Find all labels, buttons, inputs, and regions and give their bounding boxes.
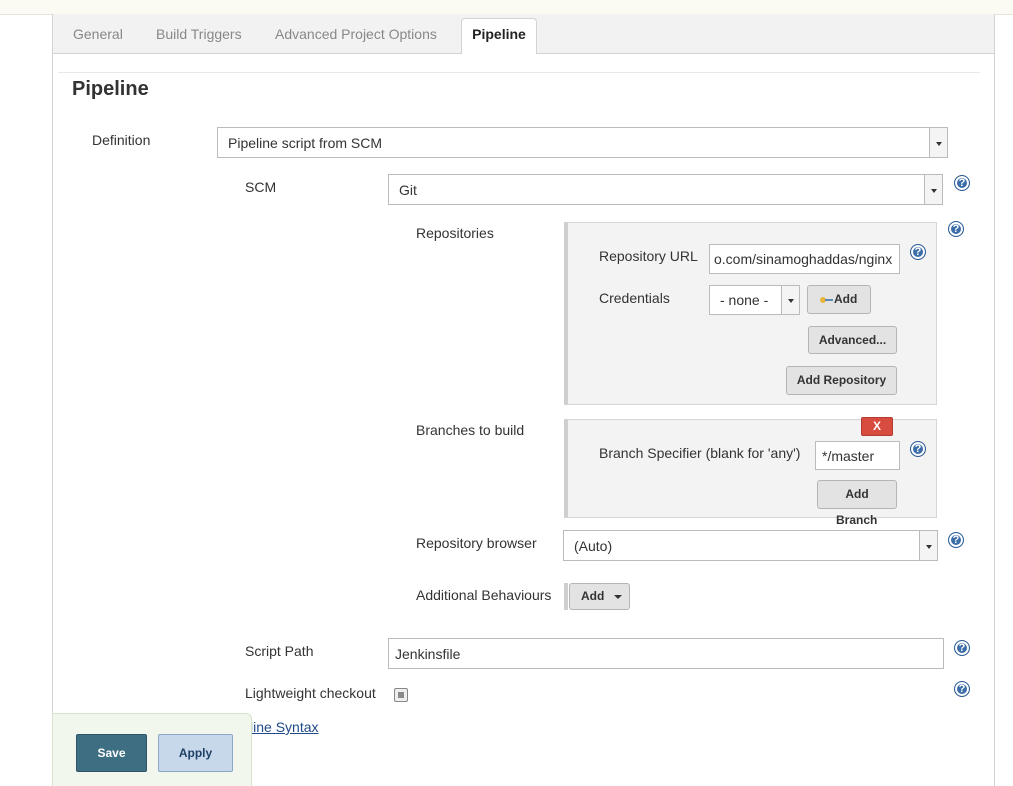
tab-pipeline[interactable]: Pipeline — [461, 18, 537, 54]
lightweight-checkout-checkbox[interactable] — [394, 688, 408, 702]
help-icon[interactable] — [948, 532, 964, 548]
additional-behaviours-bar — [564, 583, 568, 610]
repository-browser-select[interactable]: (Auto) — [563, 530, 938, 561]
branch-specifier-label: Branch Specifier (blank for 'any') — [599, 445, 801, 461]
definition-select[interactable]: Pipeline script from SCM — [217, 127, 948, 158]
chevron-down-icon — [919, 531, 937, 560]
credentials-select-value: - none - — [720, 292, 769, 308]
delete-branch-button[interactable]: X — [861, 417, 893, 436]
branch-specifier-value: */master — [822, 447, 875, 464]
help-icon[interactable] — [910, 244, 926, 260]
chevron-down-icon — [924, 175, 942, 204]
branches-label: Branches to build — [416, 422, 525, 438]
script-path-label: Script Path — [245, 643, 314, 659]
repository-url-input[interactable]: o.com/sinamoghaddas/nginx — [709, 244, 900, 274]
section-divider — [58, 72, 980, 73]
help-icon[interactable] — [954, 640, 970, 656]
tab-build-triggers[interactable]: Build Triggers — [156, 26, 242, 42]
add-behaviour-label: Add — [581, 589, 605, 603]
add-branch-button[interactable]: Add — [817, 480, 897, 509]
top-strip — [0, 0, 1013, 15]
advanced-button[interactable]: Advanced... — [808, 326, 897, 354]
tab-advanced-project-options[interactable]: Advanced Project Options — [275, 26, 437, 42]
scm-select[interactable]: Git — [388, 174, 943, 205]
chevron-down-icon — [781, 286, 799, 314]
tab-general[interactable]: General — [73, 26, 123, 42]
chevron-down-icon — [929, 128, 947, 157]
scm-select-value: Git — [399, 181, 417, 198]
add-repository-button[interactable]: Add Repository — [786, 366, 897, 395]
script-path-value: Jenkinsfile — [395, 645, 461, 662]
add-branch-label-overflow: Branch — [836, 513, 878, 527]
additional-behaviours-label: Additional Behaviours — [416, 587, 552, 603]
repository-browser-label: Repository browser — [416, 535, 537, 551]
scm-label: SCM — [245, 179, 277, 195]
repository-browser-value: (Auto) — [574, 537, 613, 554]
add-branch-label: Add — [845, 487, 869, 501]
add-credentials-button[interactable]: Add — [807, 285, 871, 314]
script-path-input[interactable]: Jenkinsfile — [388, 638, 944, 669]
lightweight-checkout-label: Lightweight checkout — [245, 685, 376, 701]
add-credentials-label: Add — [834, 292, 858, 306]
help-icon[interactable] — [954, 681, 970, 697]
config-tabbar: General Build Triggers Advanced Project … — [53, 14, 994, 54]
repository-url-label: Repository URL — [599, 248, 698, 264]
branch-specifier-input[interactable]: */master — [815, 441, 900, 470]
add-behaviour-button[interactable]: Add — [569, 583, 630, 610]
repositories-label: Repositories — [416, 225, 494, 241]
credentials-label: Credentials — [599, 290, 670, 306]
save-button[interactable]: Save — [76, 734, 147, 772]
definition-label: Definition — [92, 132, 151, 148]
key-icon — [820, 296, 833, 303]
definition-select-value: Pipeline script from SCM — [228, 134, 383, 151]
apply-button[interactable]: Apply — [158, 734, 233, 772]
help-icon[interactable] — [948, 221, 964, 237]
section-title: Pipeline — [72, 78, 149, 100]
help-icon[interactable] — [910, 441, 926, 457]
caret-down-icon — [613, 594, 622, 599]
credentials-select[interactable]: - none - — [709, 285, 800, 315]
help-icon[interactable] — [954, 175, 970, 191]
repository-url-value: o.com/sinamoghaddas/nginx — [714, 251, 893, 267]
